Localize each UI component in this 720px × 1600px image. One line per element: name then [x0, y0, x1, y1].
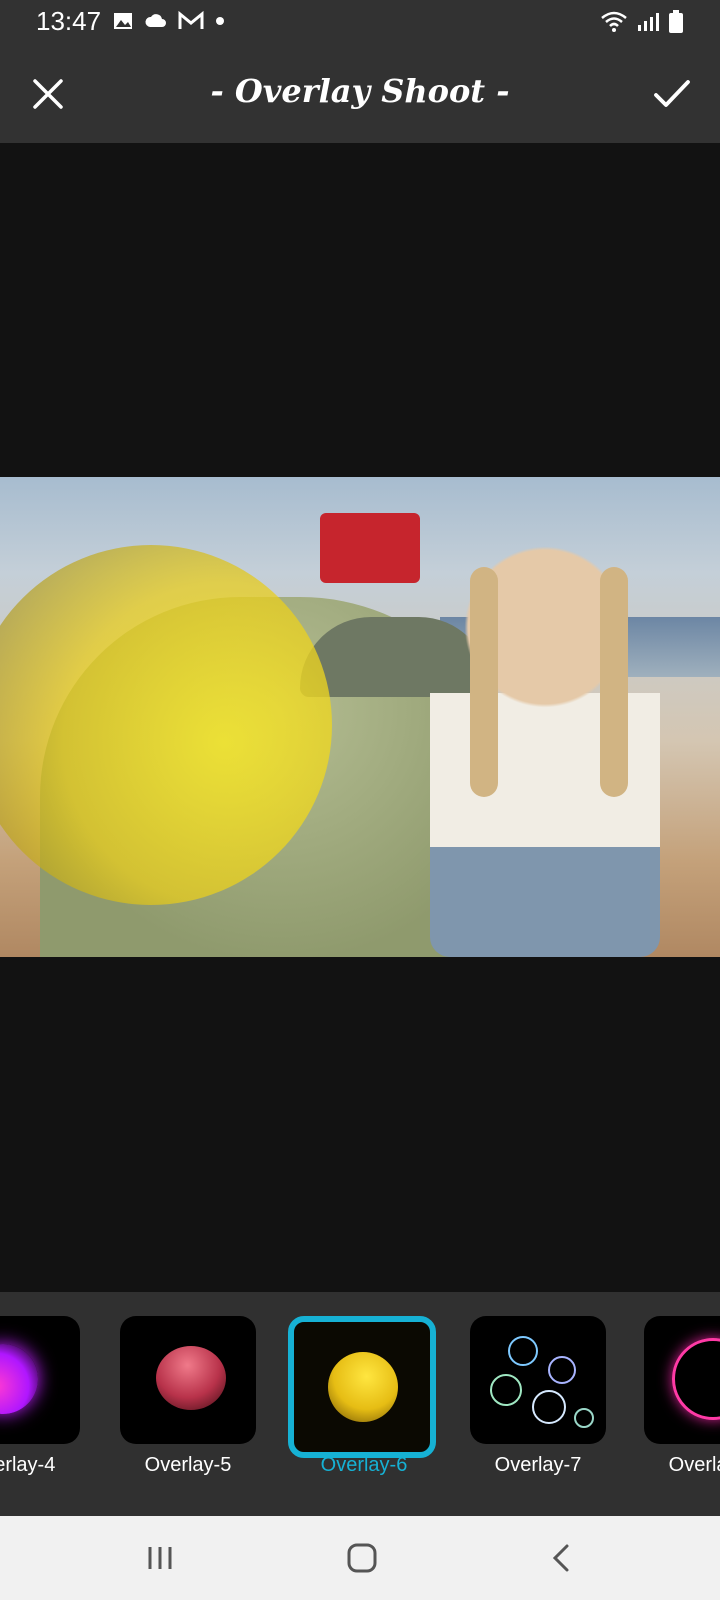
overlay-thumb-ball — [0, 1344, 38, 1414]
page-title: - Overlay Shoot - — [210, 72, 510, 110]
overlay-thumb — [470, 1316, 606, 1444]
back-button[interactable] — [540, 1536, 584, 1580]
check-icon — [654, 80, 690, 107]
app-header: - Overlay Shoot - — [0, 44, 720, 143]
photo-hair-left — [470, 567, 498, 797]
recents-button[interactable] — [138, 1536, 182, 1580]
overlay-thumb — [120, 1316, 256, 1444]
overlay-thumb-bubble — [490, 1374, 522, 1406]
overlay-item-5[interactable] — [118, 1316, 258, 1444]
status-right-icons — [600, 10, 684, 34]
canvas-area — [0, 143, 720, 1292]
overlay-thumb-ball — [328, 1352, 398, 1422]
battery-icon — [669, 10, 683, 33]
overlay-thumb — [0, 1316, 80, 1444]
overlay-thumb — [644, 1316, 720, 1444]
home-icon — [347, 1543, 377, 1573]
overlay-label: Overlay-4 — [0, 1454, 56, 1476]
cloud-icon — [145, 14, 166, 27]
signal-icon — [638, 13, 659, 31]
overlay-thumb-ball — [156, 1346, 226, 1410]
overlay-thumb-bubble — [574, 1408, 594, 1428]
overlay-item-4[interactable] — [0, 1316, 82, 1444]
photo-hair-right — [600, 567, 628, 797]
overlay-label: Overlay-7 — [494, 1454, 582, 1476]
back-icon — [552, 1544, 569, 1572]
overlay-item-6[interactable] — [288, 1316, 436, 1458]
overlay-thumb-bubble — [548, 1356, 576, 1384]
recents-icon — [148, 1547, 172, 1569]
overlay-label-selected: Overlay-6 — [320, 1454, 408, 1476]
system-nav-bar — [0, 1516, 720, 1600]
photo-preview[interactable] — [0, 477, 720, 957]
overlay-item-8[interactable] — [642, 1316, 720, 1444]
overlay-thumb-bubble — [508, 1336, 538, 1366]
gmail-icon — [178, 10, 204, 29]
overlay-strip[interactable]: Overlay-4 Overlay-5 Overlay-6 Overlay-7 … — [0, 1292, 720, 1516]
overlay-thumb-ring — [672, 1338, 720, 1420]
status-time: 13:47 — [36, 6, 102, 36]
photo-cooler — [320, 513, 420, 583]
confirm-button[interactable] — [648, 70, 696, 118]
overlay-thumb-bubble — [532, 1390, 566, 1424]
overlay-item-7[interactable] — [468, 1316, 608, 1444]
status-bar: 13:47 — [0, 0, 720, 44]
image-icon — [114, 13, 132, 29]
status-left-icons — [112, 10, 226, 32]
home-button[interactable] — [340, 1536, 384, 1580]
overlay-thumb-selected — [288, 1316, 436, 1458]
overlay-label: Overlay-5 — [144, 1454, 232, 1476]
overlay-label: Overlay-8 — [668, 1454, 720, 1476]
dot-icon — [216, 17, 224, 25]
wifi-icon — [601, 11, 627, 32]
